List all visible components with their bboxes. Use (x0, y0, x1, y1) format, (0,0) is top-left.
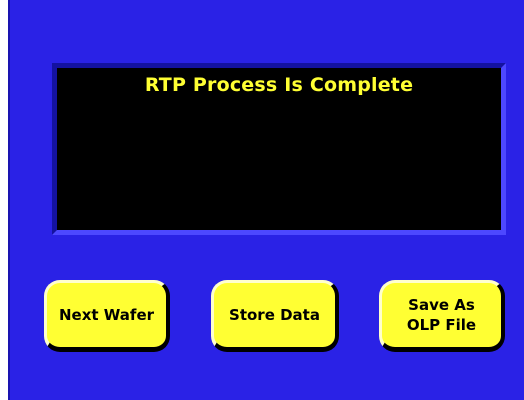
rtp-control-panel: RTP Process Is Complete Next Wafer Store… (8, 0, 524, 400)
status-message: RTP Process Is Complete (144, 74, 414, 96)
next-wafer-button[interactable]: Next Wafer (44, 280, 170, 352)
save-as-olp-file-button[interactable]: Save As OLP File (379, 280, 505, 352)
save-as-label-line2: OLP File (406, 316, 477, 334)
store-data-button[interactable]: Store Data (211, 280, 339, 352)
save-as-label-line1: Save As (408, 296, 475, 314)
next-wafer-label: Next Wafer (58, 306, 155, 324)
status-display: RTP Process Is Complete (52, 63, 506, 235)
store-data-label: Store Data (229, 306, 320, 324)
